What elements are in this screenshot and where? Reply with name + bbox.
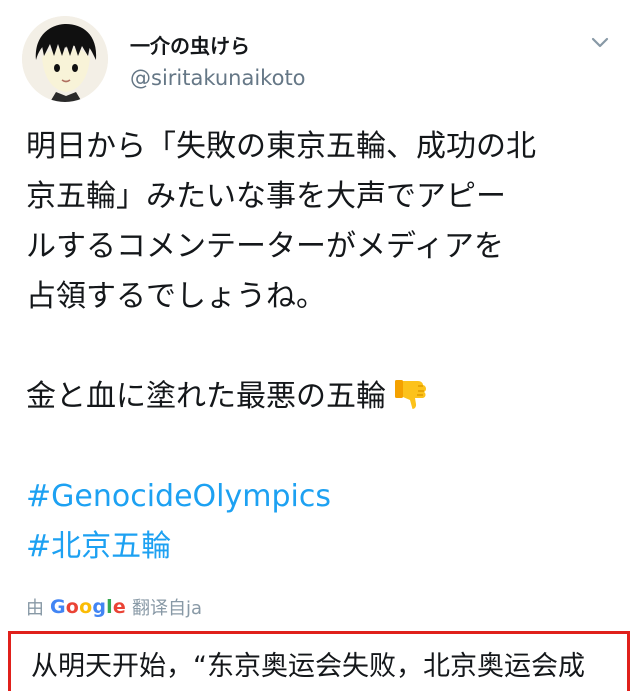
chevron-down-icon	[591, 37, 609, 48]
hashtag-link[interactable]: #北京五輪	[26, 522, 626, 572]
translation-credit[interactable]: 由 Google 翻译自ja	[26, 594, 202, 620]
tweet-line: ルするコメンテーターがメディアを	[26, 229, 504, 264]
translation-highlight-box: 从明天开始，“东京奥运会失败，北京奥运会成	[8, 631, 630, 691]
hashtag-link[interactable]: #GenocideOlympics	[26, 472, 626, 522]
display-name[interactable]: 一介の虫けら	[130, 30, 250, 59]
tweet-line: 占領するでしょうね。	[26, 279, 326, 314]
translated-text: 从明天开始，“东京奥运会失败，北京奥运会成	[31, 651, 585, 682]
thumbs-down-icon	[392, 376, 428, 428]
tweet-line-with-emoji: 金と血に塗れた最悪の五輪	[26, 372, 626, 422]
avatar[interactable]	[22, 16, 108, 102]
translation-suffix: 翻译自ja	[131, 598, 202, 619]
tweet-line: 京五輪」みたいな事を大声でアピー	[26, 179, 506, 214]
translation-prefix: 由	[26, 598, 44, 619]
tweet-line: 金と血に塗れた最悪の五輪	[26, 379, 386, 414]
user-handle[interactable]: @siritakunaikoto	[130, 66, 306, 90]
avatar-cartoon-icon	[22, 16, 108, 102]
more-options-button[interactable]	[586, 32, 614, 54]
tweet-line: 明日から「失敗の東京五輪、成功の北	[26, 129, 536, 164]
tweet-card: 一介の虫けら @siritakunaikoto 明日から「失敗の東京五輪、成功の…	[0, 0, 640, 691]
tweet-text: 明日から「失敗の東京五輪、成功の北 京五輪」みたいな事を大声でアピー ルするコメ…	[26, 122, 626, 572]
google-logo: Google	[50, 596, 126, 618]
